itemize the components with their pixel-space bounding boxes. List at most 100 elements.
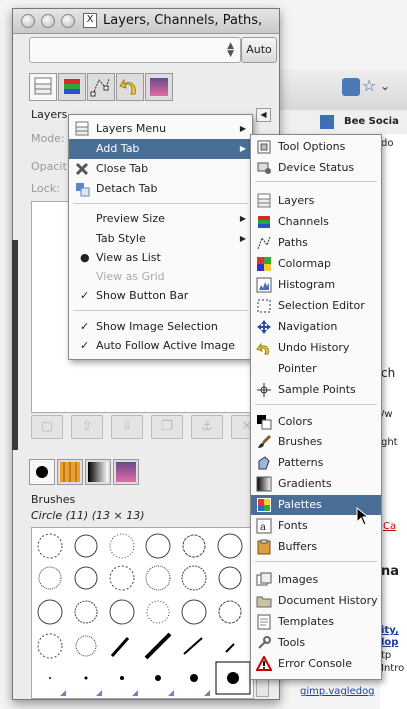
canvas-edge [12, 240, 18, 450]
brush-previews [37, 533, 251, 696]
menu-item-device-status[interactable]: Device Status [251, 158, 381, 178]
menu-item-label: Tab Style [96, 232, 146, 245]
bg-link-fragment[interactable]: Ca [383, 521, 396, 532]
menu-item-close-tab[interactable]: Close Tab [69, 159, 252, 179]
tab-channels[interactable] [58, 73, 86, 101]
menu-item-document-history[interactable]: Document History [251, 591, 381, 611]
lower-layer-button[interactable]: ⇩ [111, 415, 143, 439]
menu-item-label: View as List [96, 251, 161, 264]
tab-palettes[interactable] [145, 73, 173, 101]
check-mark-icon: ✓ [80, 339, 90, 352]
check-mark-icon: ✓ [80, 320, 90, 333]
navigation-icon [257, 320, 271, 334]
brush-grid[interactable] [31, 527, 254, 699]
menu-item-tools[interactable]: Tools [251, 633, 381, 653]
menu-item-view-as-grid[interactable]: View as Grid [69, 267, 252, 287]
submenu-arrow-icon: ▶ [239, 214, 246, 223]
menu-item-label: Channels [278, 215, 329, 228]
bookmark-bee-social[interactable]: Bee Socia [344, 116, 399, 127]
palette-swatch-icon [116, 462, 136, 482]
menu-separator [255, 404, 377, 405]
brushes-icon [258, 434, 272, 448]
window-titlebar: X Layers, Channels, Paths, [13, 9, 279, 34]
tab-undo-history[interactable] [116, 73, 144, 101]
menu-item-label: Fonts [278, 519, 308, 532]
menu-item-show-image-selection[interactable]: ✓ Show Image Selection [69, 317, 252, 337]
menu-item-brushes[interactable]: Brushes [251, 432, 381, 452]
menu-item-paths[interactable]: Paths [251, 233, 381, 253]
mode-label: Mode: [31, 132, 65, 145]
mouse-cursor-icon [356, 507, 370, 526]
menu-item-tool-options[interactable]: Tool Options [251, 137, 381, 157]
gradient-swatch-icon [150, 78, 168, 96]
bg-link-fragment[interactable]: gimp.vagledog [300, 686, 375, 697]
menu-item-error-console[interactable]: Error Console [251, 654, 381, 674]
menu-item-colormap[interactable]: Colormap [251, 254, 381, 274]
menu-item-undo-history[interactable]: Undo History [251, 338, 381, 358]
menu-item-templates[interactable]: Templates [251, 612, 381, 632]
menu-item-label: Colormap [278, 257, 331, 270]
bg-link-fragment[interactable]: lop [381, 637, 398, 648]
tab-patterns[interactable] [57, 459, 83, 485]
menu-item-preview-size[interactable]: Preview Size ▶ [69, 209, 252, 229]
menu-item-auto-follow-active-image[interactable]: ✓ Auto Follow Active Image [69, 336, 252, 356]
menu-item-label: Histogram [278, 278, 336, 291]
tab-gradients[interactable] [85, 459, 111, 485]
duplicate-layer-button[interactable]: ❐ [151, 415, 183, 439]
radio-mark-icon: ● [80, 251, 90, 264]
image-selector-combo[interactable]: ▲ ▼ [29, 37, 241, 63]
menu-item-layers-menu[interactable]: Layers Menu ▶ [69, 119, 252, 139]
minimize-window-button[interactable] [41, 14, 55, 28]
menu-item-selection-editor[interactable]: Selection Editor [251, 296, 381, 316]
document-history-icon [256, 596, 272, 608]
menu-item-label: Templates [278, 615, 334, 628]
menu-item-layers[interactable]: Layers [251, 191, 381, 211]
svg-text:a: a [260, 522, 266, 533]
zoom-window-button[interactable] [61, 14, 75, 28]
browser-page-content [380, 134, 407, 709]
rss-icon[interactable] [342, 78, 360, 96]
menu-item-detach-tab[interactable]: Detach Tab [69, 179, 252, 199]
menu-item-gradients[interactable]: Gradients [251, 474, 381, 494]
menu-item-buffers[interactable]: Buffers [251, 537, 381, 557]
gradient-icon [88, 462, 108, 482]
tab-palettes-2[interactable] [113, 459, 139, 485]
menu-item-add-tab[interactable]: Add Tab ▶ [69, 139, 252, 159]
new-layer-button[interactable]: ▢ [31, 415, 63, 439]
menu-item-sample-points[interactable]: Sample Points [251, 380, 381, 400]
tab-paths[interactable] [87, 73, 115, 101]
menu-item-patterns[interactable]: Patterns [251, 453, 381, 473]
add-tab-submenu: Tool Options Device Status Layers Channe… [250, 134, 382, 680]
dropdown-chevron-icon[interactable]: ⌄ [380, 79, 390, 93]
menu-item-tab-style[interactable]: Tab Style ▶ [69, 229, 252, 249]
menu-item-show-button-bar[interactable]: ✓ Show Button Bar [69, 286, 252, 306]
undo-icon [119, 78, 136, 95]
sample-points-icon [257, 383, 271, 397]
menu-item-images[interactable]: Images [251, 570, 381, 590]
bg-link-fragment[interactable]: ity, [381, 625, 399, 636]
menu-item-histogram[interactable]: Histogram [251, 275, 381, 295]
undo-history-icon [256, 342, 269, 355]
tab-brushes[interactable] [29, 459, 55, 485]
bg-text-fragment: ght [381, 437, 398, 448]
menu-item-navigation[interactable]: Navigation [251, 317, 381, 337]
menu-item-label: Show Button Bar [96, 289, 189, 302]
menu-item-label: Error Console [278, 657, 352, 670]
layers-icon [257, 193, 271, 208]
menu-item-colors[interactable]: Colors [251, 412, 381, 432]
auto-button[interactable]: Auto [241, 37, 277, 63]
menu-separator [73, 310, 248, 311]
layers-icon [34, 77, 52, 95]
lock-label: Lock: [31, 182, 60, 195]
menu-item-channels[interactable]: Channels [251, 212, 381, 232]
close-window-button[interactable] [21, 14, 35, 28]
menu-item-view-as-list[interactable]: ● View as List [69, 248, 252, 268]
detach-icon [76, 183, 90, 197]
submenu-arrow-icon: ▶ [239, 124, 246, 133]
bookmark-star-icon[interactable]: ☆ [362, 76, 376, 95]
raise-layer-button[interactable]: ⇧ [71, 415, 103, 439]
menu-item-pointer[interactable]: Pointer [251, 359, 381, 379]
tab-menu-button[interactable]: ◀ [256, 108, 271, 122]
tab-layers[interactable] [29, 73, 57, 101]
anchor-layer-button[interactable]: ⚓ [191, 415, 223, 439]
